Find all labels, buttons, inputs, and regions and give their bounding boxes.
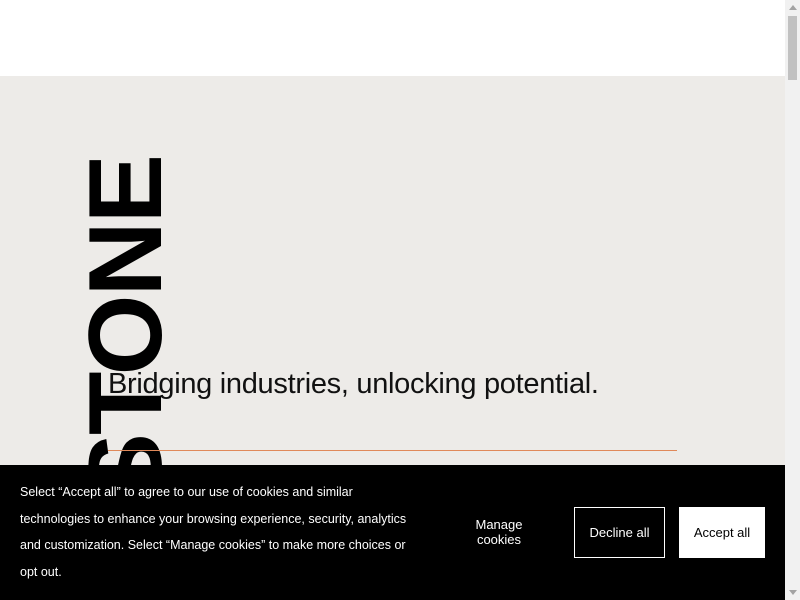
manage-cookies-button[interactable]: Manage cookies — [446, 507, 552, 557]
accept-all-button[interactable]: Accept all — [679, 507, 765, 558]
cookie-consent-banner: Select “Accept all” to agree to our use … — [0, 465, 785, 600]
cookie-message: Select “Accept all” to agree to our use … — [20, 485, 407, 579]
page: STONE Bridging industries, unlocking pot… — [0, 0, 800, 600]
vertical-scrollbar[interactable] — [785, 0, 800, 600]
scroll-down-arrow[interactable] — [785, 585, 800, 600]
accent-divider — [108, 450, 677, 451]
scroll-up-arrow[interactable] — [785, 0, 800, 15]
scroll-thumb[interactable] — [788, 16, 797, 80]
site-header — [0, 0, 785, 76]
triangle-down-icon — [788, 590, 797, 595]
hero-tagline: Bridging industries, unlocking potential… — [108, 368, 599, 400]
triangle-up-icon — [788, 5, 797, 10]
decline-all-button[interactable]: Decline all — [574, 507, 665, 558]
